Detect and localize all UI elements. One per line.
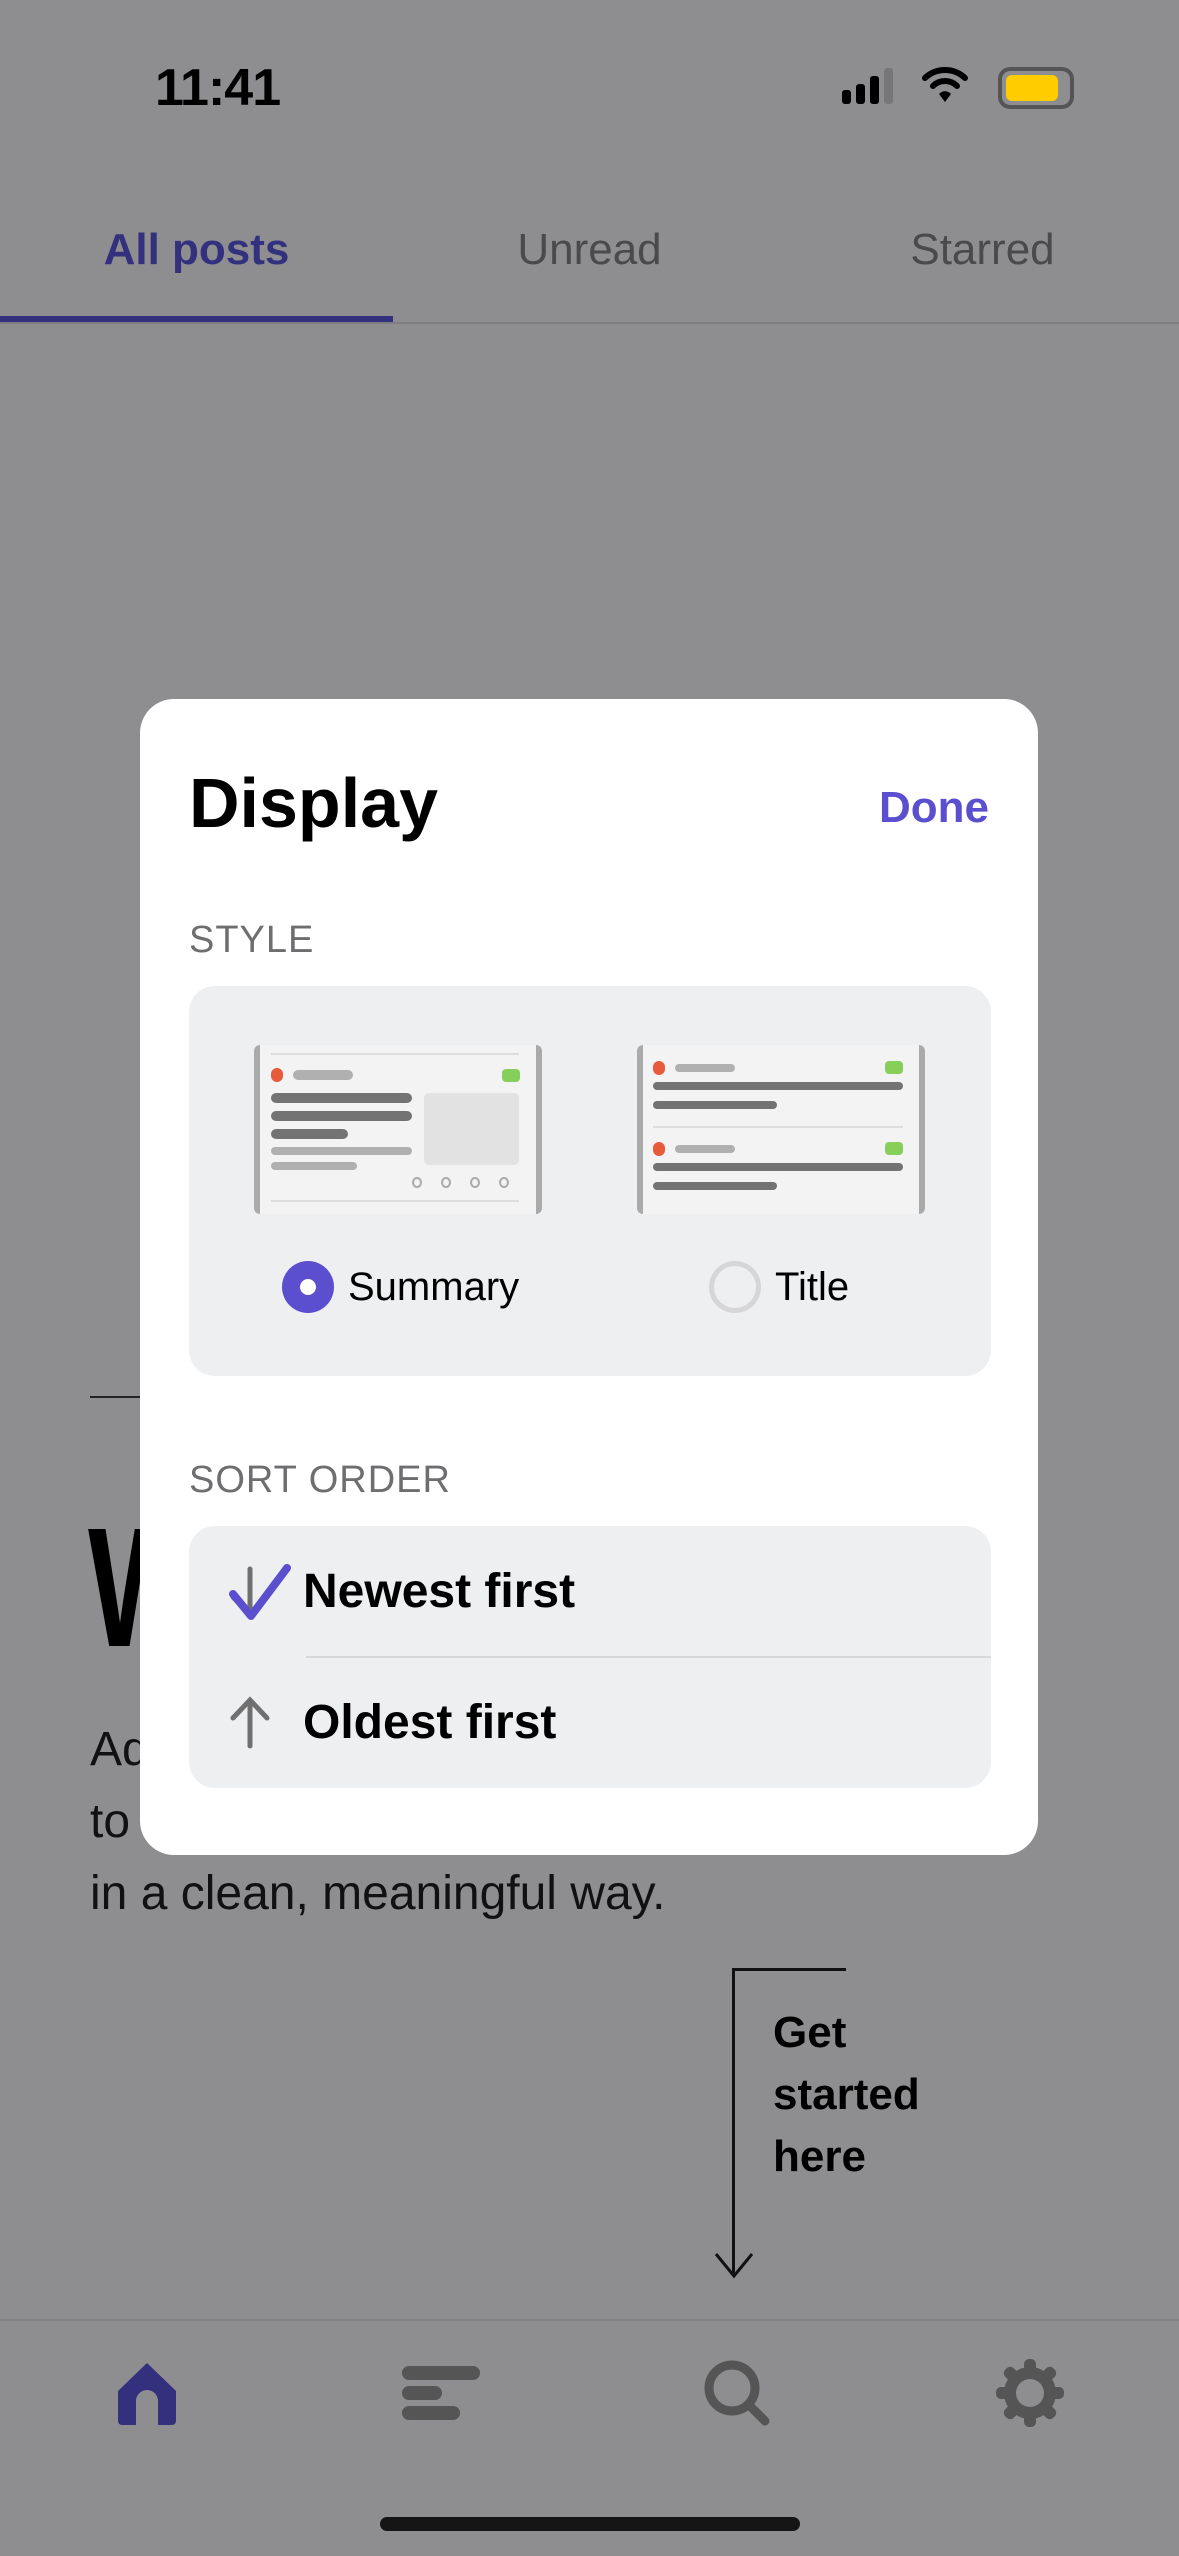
search-icon: [704, 2360, 770, 2426]
gear-icon: [996, 2359, 1064, 2427]
style-options: Summary Title: [189, 986, 991, 1376]
checkmark-icon: [229, 1563, 291, 1620]
divider: [0, 322, 1179, 324]
option-label: Summary: [348, 1264, 520, 1309]
tab-starred[interactable]: Starred: [786, 225, 1179, 275]
nav-home[interactable]: [107, 2353, 187, 2433]
home-icon: [118, 2363, 176, 2425]
guide-line: [732, 1969, 735, 2274]
nav-list[interactable]: [400, 2353, 480, 2433]
home-indicator: [380, 2517, 800, 2531]
guide-line: [732, 1968, 846, 1971]
get-started-hint: Get started here: [773, 2008, 920, 2181]
sort-option-newest[interactable]: Newest first: [189, 1526, 991, 1657]
display-dialog: Display Done STYLE Summary Title SORT OR…: [140, 699, 1038, 1855]
style-option-summary[interactable]: Summary: [282, 1261, 519, 1313]
sort-option-oldest[interactable]: Oldest first: [189, 1657, 991, 1788]
tab-all-posts[interactable]: All posts: [0, 225, 393, 275]
list-icon: [402, 2366, 480, 2420]
dialog-title: Display: [189, 764, 438, 842]
title-preview[interactable]: [637, 1045, 925, 1214]
done-button[interactable]: Done: [879, 783, 989, 833]
style-option-title[interactable]: Title: [709, 1261, 849, 1313]
background-text: in a clean, meaningful way.: [90, 1867, 666, 1920]
sort-options: Newest first Oldest first: [189, 1526, 991, 1788]
radio-selected[interactable]: [282, 1261, 334, 1313]
sort-section-label: SORT ORDER: [189, 1459, 451, 1501]
nav-settings[interactable]: [990, 2353, 1070, 2433]
sort-option-label: Newest first: [303, 1565, 576, 1618]
option-label: Title: [775, 1264, 850, 1309]
arrow-up-icon: [230, 1695, 270, 1748]
divider: [0, 2319, 1179, 2321]
tab-unread[interactable]: Unread: [393, 225, 786, 275]
wifi-icon: [922, 67, 968, 102]
style-section-label: STYLE: [189, 919, 315, 961]
sort-option-label: Oldest first: [303, 1696, 557, 1749]
battery-icon: [998, 67, 1074, 109]
background-text: to: [90, 1795, 131, 1848]
signal-icon: [842, 68, 893, 104]
nav-search[interactable]: [697, 2353, 777, 2433]
arrow-down-icon: [714, 2253, 754, 2279]
status-time: 11:41: [155, 59, 281, 117]
radio-unselected[interactable]: [709, 1261, 761, 1313]
summary-preview[interactable]: [254, 1045, 542, 1214]
